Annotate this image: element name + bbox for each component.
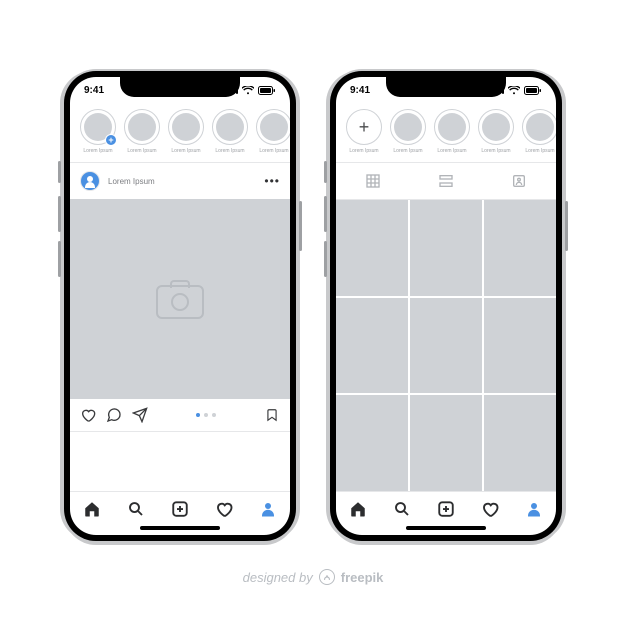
- grid-cell[interactable]: [336, 298, 408, 394]
- profile-tabs: [336, 163, 556, 199]
- nav-profile[interactable]: [259, 500, 277, 518]
- nav-search[interactable]: [127, 500, 145, 518]
- phone-right: 9:41 + Lorem Ipsum Lorem Ipsum: [330, 71, 562, 541]
- highlight-label: Lorem Ipsum: [393, 148, 422, 154]
- nav-profile[interactable]: [525, 500, 543, 518]
- comment-button[interactable]: [106, 407, 122, 423]
- highlight-label: Lorem Ipsum: [349, 148, 378, 154]
- notch: [386, 77, 506, 97]
- highlights-tray[interactable]: + Lorem Ipsum Lorem Ipsum Lorem Ipsum Lo…: [336, 103, 556, 162]
- story-item[interactable]: Lorem Ipsum: [212, 109, 248, 154]
- highlight-item[interactable]: Lorem Ipsum: [522, 109, 556, 154]
- nav-new-post[interactable]: [171, 500, 189, 518]
- grid-cell[interactable]: [410, 200, 482, 296]
- grid-cell[interactable]: [336, 200, 408, 296]
- volume-down: [58, 241, 61, 277]
- wifi-icon: [242, 86, 254, 95]
- tab-list[interactable]: [409, 163, 482, 199]
- grid-cell[interactable]: [410, 298, 482, 394]
- story-label: Lorem Ipsum: [127, 148, 156, 154]
- profile-grid: [336, 200, 556, 491]
- nav-new-post[interactable]: [437, 500, 455, 518]
- bookmark-button[interactable]: [264, 407, 280, 423]
- grid-cell[interactable]: [336, 395, 408, 491]
- dot-icon: [204, 413, 208, 417]
- battery-icon: [258, 86, 276, 95]
- highlight-item[interactable]: Lorem Ipsum: [478, 109, 514, 154]
- plus-icon: +: [346, 109, 382, 145]
- phone-left: 9:41 + Lorem Ipsum Lorem Ipsum: [64, 71, 296, 541]
- share-button[interactable]: [132, 407, 148, 423]
- like-button[interactable]: [80, 407, 96, 423]
- credit-brand: freepik: [341, 570, 384, 585]
- highlight-label: Lorem Ipsum: [437, 148, 466, 154]
- story-label: Lorem Ipsum: [171, 148, 200, 154]
- carousel-dots: [158, 413, 254, 417]
- home-indicator: [406, 526, 486, 530]
- post-header: Lorem Ipsum •••: [70, 163, 290, 199]
- tab-grid[interactable]: [336, 163, 409, 199]
- highlight-item[interactable]: Lorem Ipsum: [390, 109, 426, 154]
- highlight-label: Lorem Ipsum: [481, 148, 510, 154]
- nav-home[interactable]: [349, 500, 367, 518]
- story-item[interactable]: Lorem Ipsum: [124, 109, 160, 154]
- highlight-item[interactable]: Lorem Ipsum: [434, 109, 470, 154]
- grid-cell[interactable]: [484, 395, 556, 491]
- add-story-badge: +: [105, 134, 117, 146]
- power-button: [299, 201, 302, 251]
- story-label: Lorem Ipsum: [83, 148, 112, 154]
- post-menu-button[interactable]: •••: [264, 174, 280, 188]
- wifi-icon: [508, 86, 520, 95]
- tab-tagged[interactable]: [483, 163, 556, 199]
- nav-activity[interactable]: [215, 500, 233, 518]
- story-item[interactable]: Lorem Ipsum: [168, 109, 204, 154]
- mute-switch: [58, 161, 61, 183]
- nav-search[interactable]: [393, 500, 411, 518]
- notch: [120, 77, 240, 97]
- battery-icon: [524, 86, 542, 95]
- post-image[interactable]: [70, 199, 290, 399]
- highlight-label: Lorem Ipsum: [525, 148, 554, 154]
- nav-home[interactable]: [83, 500, 101, 518]
- avatar[interactable]: [80, 171, 100, 191]
- post-username[interactable]: Lorem Ipsum: [108, 177, 264, 186]
- credit-line: designed by freepik: [243, 569, 384, 585]
- volume-up: [324, 196, 327, 232]
- volume-up: [58, 196, 61, 232]
- highlight-add[interactable]: + Lorem Ipsum: [346, 109, 382, 154]
- freepik-logo-icon: [319, 569, 335, 585]
- mute-switch: [324, 161, 327, 183]
- camera-icon: [156, 279, 204, 319]
- stories-tray[interactable]: + Lorem Ipsum Lorem Ipsum Lorem Ipsum Lo…: [70, 103, 290, 162]
- volume-down: [324, 241, 327, 277]
- story-item-your-story[interactable]: + Lorem Ipsum: [80, 109, 116, 154]
- grid-cell[interactable]: [410, 395, 482, 491]
- story-label: Lorem Ipsum: [259, 148, 288, 154]
- dot-icon: [196, 413, 200, 417]
- post-actions: [70, 399, 290, 431]
- dot-icon: [212, 413, 216, 417]
- grid-cell[interactable]: [484, 298, 556, 394]
- home-indicator: [140, 526, 220, 530]
- story-label: Lorem Ipsum: [215, 148, 244, 154]
- power-button: [565, 201, 568, 251]
- story-item[interactable]: Lorem Ipsum: [256, 109, 290, 154]
- nav-activity[interactable]: [481, 500, 499, 518]
- credit-prefix: designed by: [243, 570, 313, 585]
- grid-cell[interactable]: [484, 200, 556, 296]
